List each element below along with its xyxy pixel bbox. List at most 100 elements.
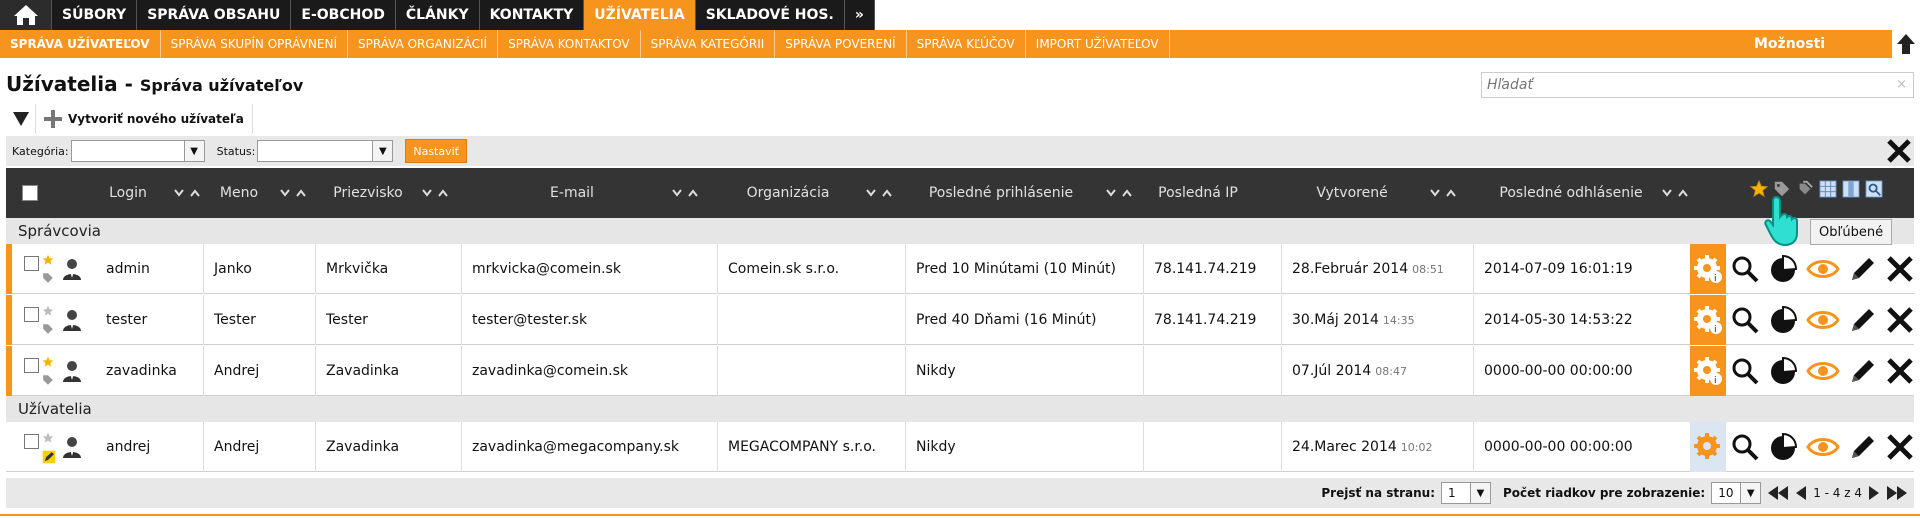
user-settings-button[interactable]: i [1690,244,1726,294]
delete-icon[interactable] [1886,255,1914,283]
edit-icon[interactable] [1848,305,1878,335]
row-checkbox[interactable] [24,434,39,449]
row-checkbox[interactable] [24,307,39,322]
pie-chart-icon[interactable] [1768,305,1798,335]
user-edit-icon[interactable] [42,450,56,464]
column-header-created[interactable]: Vytvorené [1282,168,1456,218]
sort-controls[interactable] [174,189,200,197]
cell-login: admin [96,244,204,294]
search-icon[interactable] [1730,305,1760,335]
top-menu-item-sprava-obsahu[interactable]: SPRÁVA OBSAHU [137,0,292,30]
top-menu-item-e-obchod[interactable]: E-OBCHOD [291,0,396,30]
star-icon[interactable] [42,432,54,444]
star-icon[interactable] [42,356,54,368]
sub-menu-item-keys[interactable]: SPRÁVA KĽÚČOV [907,30,1026,58]
sort-controls[interactable] [866,189,892,197]
table-row[interactable]: admin Janko Mrkvička mrkvicka@comein.sk … [6,244,1914,294]
last-page-icon[interactable] [1886,485,1908,501]
top-menu-item-skladove-hos[interactable]: SKLADOVÉ HOS. [696,0,845,30]
table-row[interactable]: andrej Andrej Zavadinka zavadinka@megaco… [6,422,1914,472]
category-select[interactable]: ▼ [70,140,205,162]
sub-menu-item-import[interactable]: IMPORT UŽÍVATEĽOV [1026,30,1170,58]
user-settings-button[interactable]: i [1690,295,1726,345]
cell-last-ip: 78.141.74.219 [1144,295,1282,345]
status-select[interactable]: ▼ [257,140,394,162]
prev-page-icon[interactable] [1795,485,1807,501]
home-icon [13,5,38,25]
columns-icon[interactable] [1842,180,1860,198]
top-menu-item-uzivatelia[interactable]: UŽÍVATELIA [584,0,696,30]
eye-icon[interactable] [1806,432,1840,462]
column-header-last-login[interactable]: Posledné prihlásenie [906,168,1132,218]
search-icon[interactable] [1730,356,1760,386]
star-icon[interactable] [42,254,54,266]
search-icon[interactable] [1730,432,1760,462]
tag-icon[interactable] [42,272,54,284]
sub-menu-item-organizations[interactable]: SPRÁVA ORGANIZÁCIÍ [348,30,499,58]
grid-icon[interactable] [1819,180,1837,198]
tag-icon[interactable] [42,374,54,386]
eye-icon[interactable] [1806,254,1840,284]
column-header-last-logout[interactable]: Posledné odhlásenie [1486,168,1688,218]
select-all-checkbox[interactable] [22,185,38,201]
cell-surname: Zavadinka [316,346,462,396]
edit-icon[interactable] [1848,432,1878,462]
create-user-button[interactable]: Vytvoriť nového užívateľa [36,104,253,134]
sort-controls[interactable] [1430,189,1456,197]
star-icon[interactable] [42,305,54,317]
user-settings-button[interactable]: i [1690,346,1726,396]
chevron-down-icon: ▼ [372,141,393,161]
table-row[interactable]: tester Tester Tester tester@tester.sk Pr… [6,295,1914,345]
sub-menu-item-users[interactable]: SPRÁVA UŽÍVATEĽOV [0,30,161,58]
column-header-surname[interactable]: Priezvisko [320,168,448,218]
tag-icon[interactable] [42,323,54,335]
sub-menu-item-contacts[interactable]: SPRÁVA KONTAKTOV [498,30,641,58]
pie-chart-icon[interactable] [1768,432,1798,462]
home-button[interactable] [0,0,52,30]
sub-menu-item-categories[interactable]: SPRÁVA KATEGÓRII [641,30,776,58]
column-header-name[interactable]: Meno [204,168,306,218]
edit-icon[interactable] [1848,356,1878,386]
options-menu[interactable]: Možnosti [1754,30,1825,58]
sort-controls[interactable] [672,189,698,197]
user-settings-button[interactable] [1690,422,1726,472]
sort-controls[interactable] [280,189,306,197]
table-row[interactable]: zavadinka Andrej Zavadinka zavadinka@com… [6,346,1914,396]
top-menu-more-button[interactable]: » [845,0,875,30]
row-checkbox[interactable] [24,358,39,373]
sort-controls[interactable] [1662,189,1688,197]
set-filter-button[interactable]: Nastaviť [405,139,467,163]
filter-toggle-button[interactable] [6,104,36,134]
sort-controls[interactable] [422,189,448,197]
column-header-email[interactable]: E-mail [472,168,698,218]
pie-chart-icon[interactable] [1768,254,1798,284]
rows-per-page-select[interactable]: 10 ▼ [1711,482,1762,504]
page-select[interactable]: 1 ▼ [1441,482,1491,504]
column-header-login[interactable]: Login [88,168,200,218]
sub-menu-item-groups[interactable]: SPRÁVA SKUPÍN OPRÁVNENÍ [161,30,348,58]
next-page-icon[interactable] [1868,485,1880,501]
eye-icon[interactable] [1806,356,1840,386]
first-page-icon[interactable] [1767,485,1789,501]
pie-chart-icon[interactable] [1768,356,1798,386]
top-menu-item-clanky[interactable]: ČLÁNKY [396,0,480,30]
hand-cursor-icon [1764,195,1798,247]
eye-icon[interactable] [1806,305,1840,335]
edit-icon[interactable] [1848,254,1878,284]
sort-controls[interactable] [1106,189,1132,197]
search-input[interactable] [1482,73,1882,97]
search-clear-icon[interactable]: × [1896,77,1907,92]
scroll-top-button[interactable] [1892,30,1920,58]
search-icon[interactable] [1730,254,1760,284]
delete-icon[interactable] [1886,433,1914,461]
row-checkbox[interactable] [24,256,39,271]
top-menu-item-subory[interactable]: SÚBORY [52,0,138,30]
close-filter-button[interactable] [1886,138,1912,168]
search-grid-icon[interactable] [1865,180,1883,198]
top-menu-item-kontakty[interactable]: KONTAKTY [480,0,585,30]
delete-icon[interactable] [1886,306,1914,334]
search-box: × [1481,72,1914,98]
delete-icon[interactable] [1886,357,1914,385]
sub-menu-item-authorizations[interactable]: SPRÁVA POVERENÍ [775,30,907,58]
column-header-organization[interactable]: Organizácia [718,168,892,218]
